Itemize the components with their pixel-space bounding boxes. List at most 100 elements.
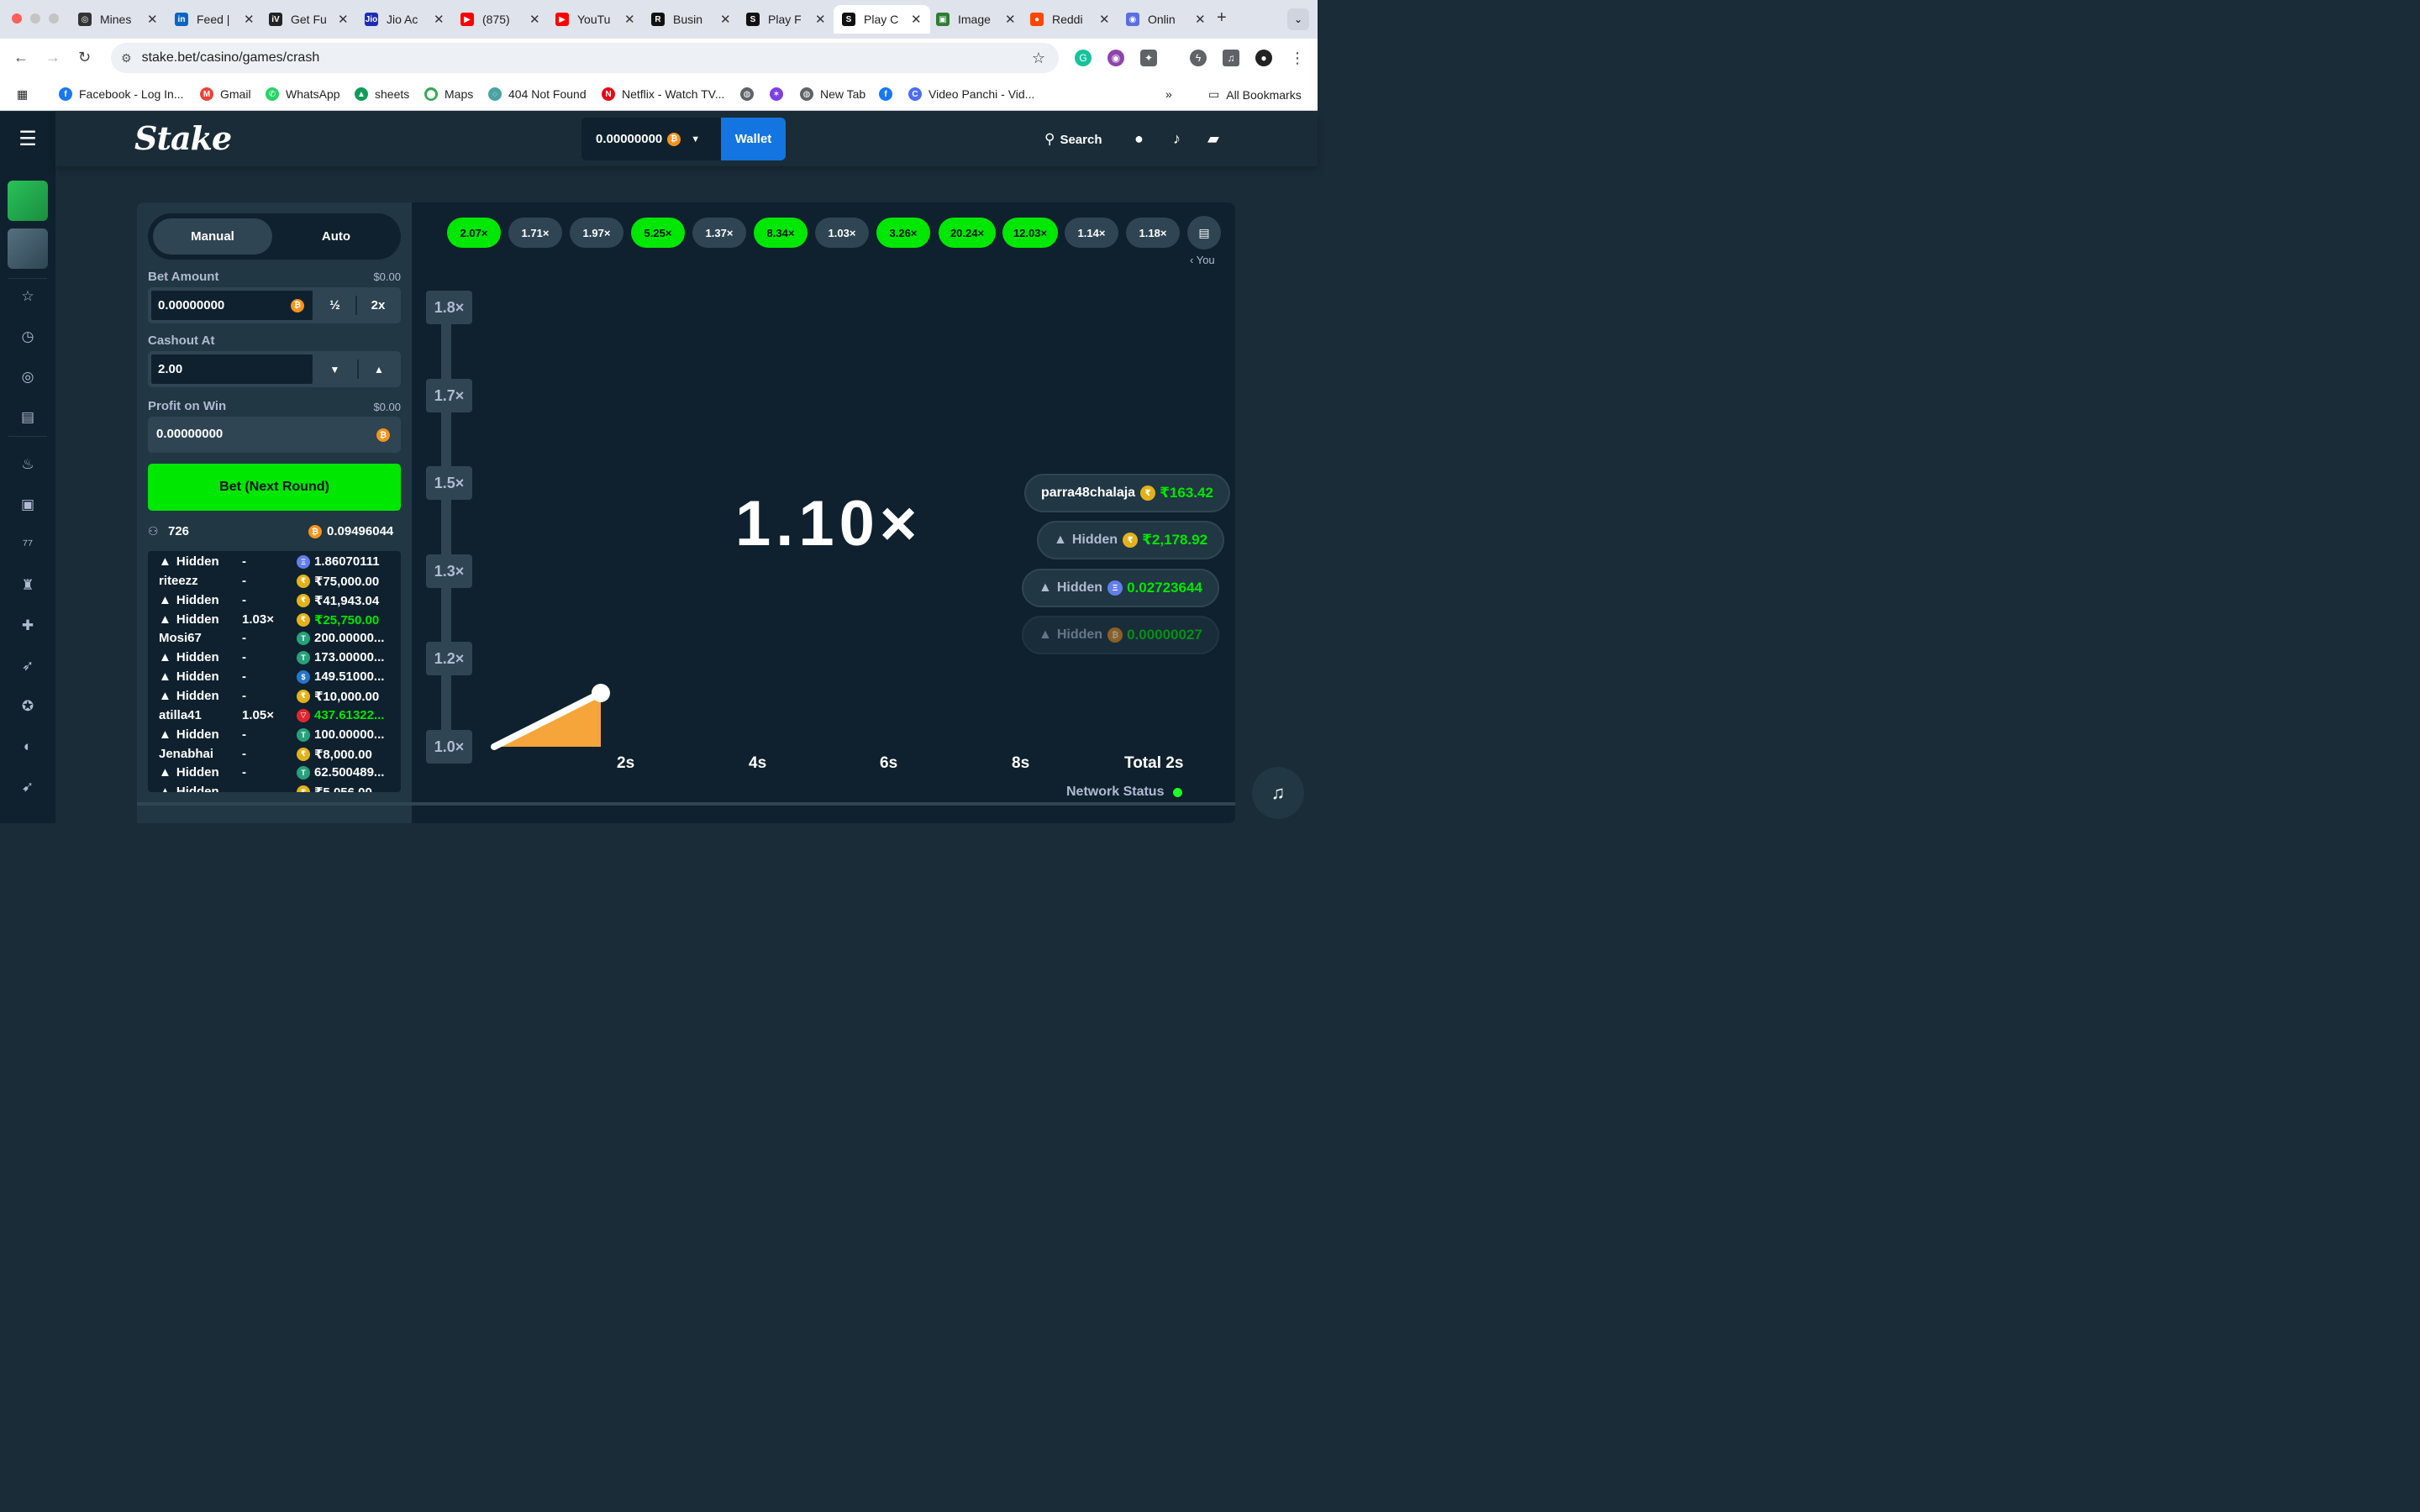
browser-tab[interactable]: iV Get Fu ✕ [269,5,349,34]
color-extension-icon[interactable]: ◉ [1107,50,1124,66]
half-bet-button[interactable]: ½ [314,287,355,323]
browser-tab[interactable]: S Play C ✕ [834,5,930,34]
tab-close-icon[interactable]: ✕ [911,12,922,27]
bookmark-item[interactable]: ▲ sheets [355,87,409,101]
history-multiplier-pill[interactable]: 1.71× [508,218,562,248]
minimize-window-button[interactable] [30,13,40,24]
bookmark-item[interactable]: ✆ WhatsApp [266,87,340,101]
all-bookmarks-folder[interactable]: ▭ All Bookmarks [1208,87,1302,102]
tab-manual[interactable]: Manual [153,218,272,255]
browser-tab[interactable]: ▶ (875) ✕ [460,5,540,34]
browser-tab[interactable]: Jio Jio Ac ✕ [365,5,445,34]
history-multiplier-pill[interactable]: 2.07× [447,218,501,248]
history-multiplier-pill[interactable]: 1.37× [692,218,746,248]
cashout-increase-chevron-up-icon[interactable]: ▲ [359,351,399,387]
address-bar[interactable]: ⚙ stake.bet/casino/games/crash ☆ [111,43,1059,73]
user-profile-icon[interactable]: ● [1134,130,1144,148]
history-multiplier-pill[interactable]: 1.97× [570,218,623,248]
address-url[interactable]: stake.bet/casino/games/crash [142,50,320,66]
bookmark-item[interactable]: N Netflix - Watch TV... [602,87,724,101]
zoom-window-button[interactable] [49,13,59,24]
chrome-menu-icon[interactable]: ⋮ [1289,50,1306,66]
bookmark-star-icon[interactable]: ☆ [1032,50,1045,67]
history-multiplier-pill[interactable]: 3.26× [876,218,930,248]
grammarly-extension-icon[interactable]: G [1075,50,1092,66]
forward-icon[interactable]: → [45,49,60,66]
bet-button[interactable]: Bet (Next Round) [148,464,401,511]
exclusives-icon[interactable]: ➹ [18,777,38,797]
cashout-decrease-chevron-down-icon[interactable]: ▼ [314,351,355,387]
facebook-bookmark-icon[interactable]: f [879,87,899,101]
new-releases-rocket-icon[interactable]: ➶ [18,656,38,676]
tab-close-icon[interactable]: ✕ [529,12,540,27]
tab-close-icon[interactable]: ✕ [1195,12,1206,27]
hot-games-flame-icon[interactable]: ♨ [18,454,38,475]
tab-close-icon[interactable]: ✕ [815,12,826,27]
publishers-icon[interactable]: ◐ [18,737,38,757]
you-toggle[interactable]: ‹ You [1190,254,1215,266]
live-casino-icon[interactable]: ♜ [18,575,38,596]
browser-tab[interactable]: S Play F ✕ [746,5,826,34]
notifications-bell-icon[interactable]: ♪ [1173,130,1181,148]
history-multiplier-pill[interactable]: 1.03× [815,218,869,248]
challenges-target-icon[interactable]: ◎ [18,367,38,387]
menu-hamburger-icon[interactable]: ☰ [18,128,38,150]
extensions-puzzle-icon[interactable]: ✦ [1140,50,1157,66]
browser-tab[interactable]: in Feed | ✕ [175,5,255,34]
players-list[interactable]: ▲ Hidden - Ξ 1.86070111 riteezz - ₹ ₹75,000.00 ▲ H… [148,551,401,792]
close-window-button[interactable] [12,13,22,24]
browser-tab[interactable]: ● Reddi ✕ [1030,5,1110,34]
sports-card[interactable] [8,228,48,269]
bookmark-item[interactable]: f Facebook - Log In... [59,87,184,101]
support-headset-icon[interactable]: ♫ [1252,767,1304,819]
bookmark-item[interactable]: M Gmail [200,87,251,101]
new-tab-button[interactable]: + [1217,8,1227,28]
site-info-icon[interactable]: ⚙ [121,51,132,66]
performance-icon[interactable]: ϟ [1190,50,1207,66]
tab-auto[interactable]: Auto [276,218,396,255]
history-multiplier-pill[interactable]: 5.25× [631,218,685,248]
promotions-gift-icon[interactable]: ✚ [18,616,38,636]
bookmark-item[interactable]: ◌ 404 Not Found [488,87,587,101]
globe-bookmark-icon[interactable]: ◍ [740,87,760,101]
game-shows-icon[interactable]: ✪ [18,696,38,717]
star-app-bookmark-icon[interactable]: ✶ [770,87,790,101]
history-clipboard-icon[interactable]: ▤ [1187,216,1221,249]
history-multiplier-pill[interactable]: 20.24× [939,218,996,248]
tab-close-icon[interactable]: ✕ [147,12,158,27]
browser-tab[interactable]: ◉ Onlin ✕ [1126,5,1206,34]
reload-icon[interactable]: ↻ [78,49,91,66]
browser-tab[interactable]: ▣ Image ✕ [936,5,1016,34]
casino-card[interactable] [8,181,48,221]
tab-close-icon[interactable]: ✕ [338,12,349,27]
history-multiplier-pill[interactable]: 8.34× [754,218,808,248]
star-favourites-icon[interactable]: ☆ [18,286,38,307]
tab-close-icon[interactable]: ✕ [624,12,635,27]
history-multiplier-pill[interactable]: 12.03× [1002,218,1058,248]
media-control-icon[interactable]: ♫ [1223,50,1239,66]
bookmark-item[interactable]: ◍ New Tab [800,87,865,101]
chat-icon[interactable]: ▰ [1207,130,1219,148]
history-multiplier-pill[interactable]: 1.18× [1126,218,1180,248]
stake-logo[interactable]: Stake [134,119,232,157]
slots-icon[interactable]: ⁷⁷ [18,535,38,555]
tab-close-icon[interactable]: ✕ [720,12,731,27]
recent-history-icon[interactable]: ◷ [18,327,38,347]
tab-close-icon[interactable]: ✕ [244,12,255,27]
apps-grid-icon[interactable]: ▦ [17,87,28,102]
wallet-button[interactable]: Wallet [721,118,786,160]
tab-close-icon[interactable]: ✕ [1005,12,1016,27]
search-button[interactable]: ⚲ Search [1044,131,1102,148]
tab-close-icon[interactable]: ✕ [1099,12,1110,27]
more-bookmarks-icon[interactable]: » [1165,87,1172,101]
bookmark-item[interactable]: C Video Panchi - Vid... [908,87,1034,101]
browser-tab[interactable]: ◎ Mines ✕ [78,5,158,34]
double-bet-button[interactable]: 2x [357,287,399,323]
tab-close-icon[interactable]: ✕ [434,12,445,27]
tab-search-icon[interactable]: ⌄ [1287,8,1309,30]
back-icon[interactable]: ← [13,49,29,66]
bet-amount-input[interactable]: 0.00000000 ₿ [150,289,314,322]
my-bets-icon[interactable]: ▤ [18,407,38,428]
profile-avatar[interactable]: ● [1255,50,1272,66]
browser-tab[interactable]: ▶ YouTu ✕ [555,5,635,34]
